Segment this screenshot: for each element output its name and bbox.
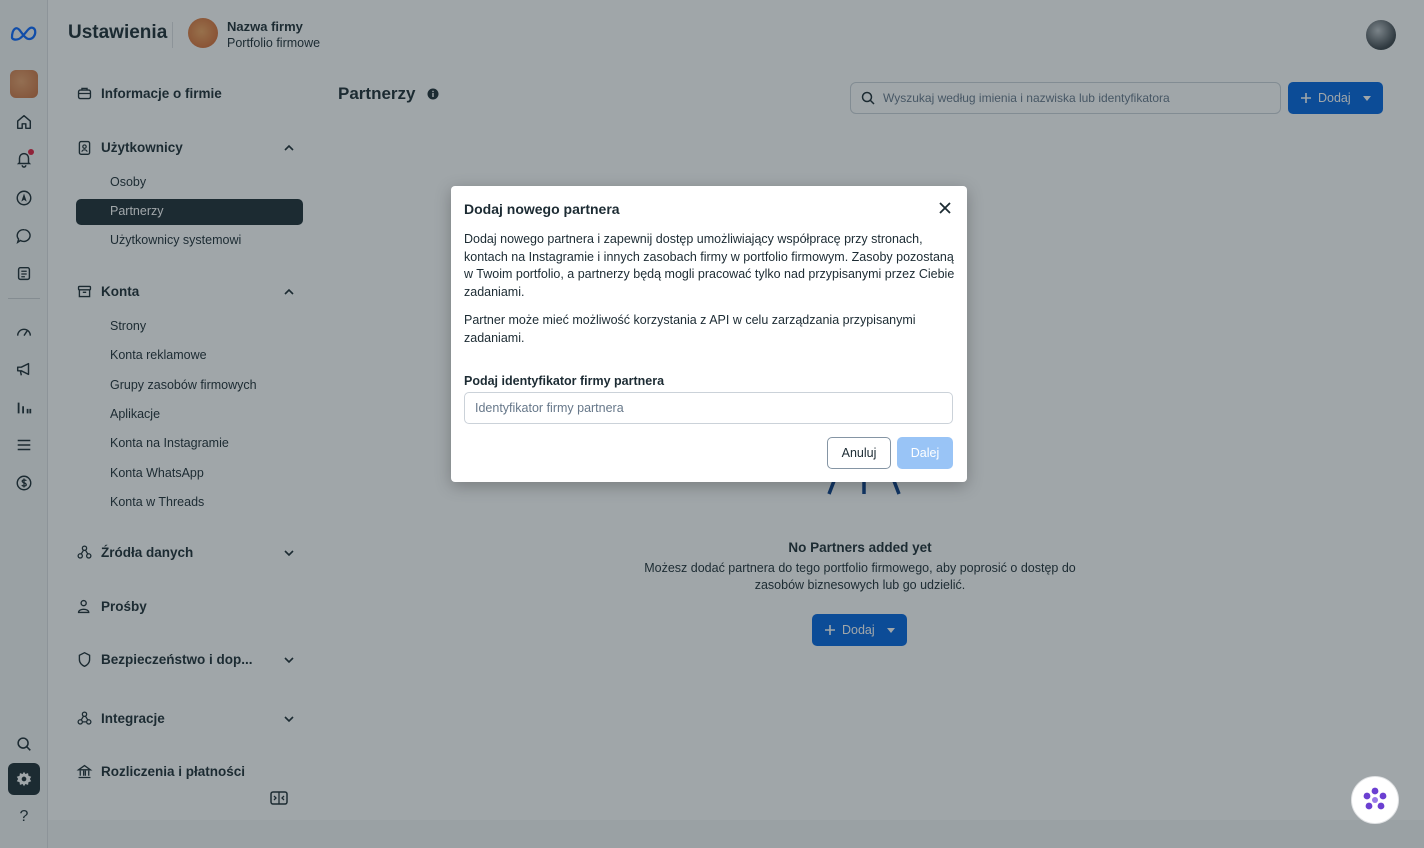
dialog-title: Dodaj nowego partnera (464, 201, 620, 217)
add-partner-dialog: Dodaj nowego partnera Dodaj nowego partn… (451, 186, 967, 482)
next-button[interactable]: Dalej (897, 437, 953, 469)
dialog-api-note: Partner może mieć możliwość korzystania … (464, 313, 916, 345)
assistant-flower-icon (1363, 787, 1387, 810)
cancel-button[interactable]: Anuluj (827, 437, 891, 469)
partner-business-id-input[interactable] (464, 392, 953, 424)
dialog-description: Dodaj nowego partnera i zapewnij dostęp … (464, 232, 955, 299)
partner-id-label: Podaj identyfikator firmy partnera (464, 374, 665, 388)
close-icon[interactable] (937, 200, 953, 216)
assistant-launcher[interactable] (1351, 776, 1399, 824)
